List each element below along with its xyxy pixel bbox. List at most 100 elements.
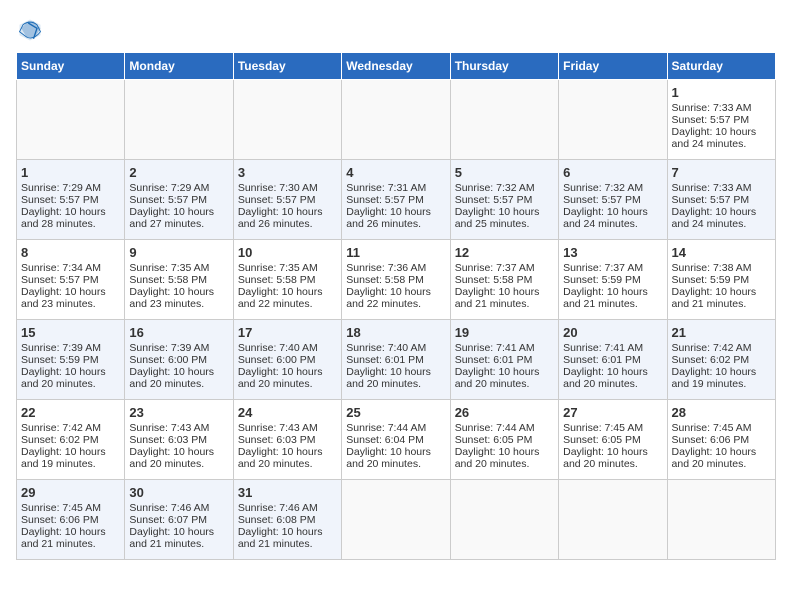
sunset-text: Sunset: 5:57 PM bbox=[346, 194, 445, 206]
day-number: 4 bbox=[346, 165, 445, 180]
sunset-text: Sunset: 5:57 PM bbox=[455, 194, 554, 206]
sunrise-text: Sunrise: 7:41 AM bbox=[455, 342, 554, 354]
daylight-text: Daylight: 10 hours and 20 minutes. bbox=[455, 366, 554, 390]
sunset-text: Sunset: 5:59 PM bbox=[21, 354, 120, 366]
day-number: 5 bbox=[455, 165, 554, 180]
calendar-cell: 8Sunrise: 7:34 AMSunset: 5:57 PMDaylight… bbox=[17, 240, 125, 320]
day-number: 14 bbox=[672, 245, 771, 260]
day-number: 18 bbox=[346, 325, 445, 340]
calendar-cell: 24Sunrise: 7:43 AMSunset: 6:03 PMDayligh… bbox=[233, 400, 341, 480]
sunrise-text: Sunrise: 7:31 AM bbox=[346, 182, 445, 194]
header-row: SundayMondayTuesdayWednesdayThursdayFrid… bbox=[17, 53, 776, 80]
day-number: 27 bbox=[563, 405, 662, 420]
sunset-text: Sunset: 5:59 PM bbox=[563, 274, 662, 286]
week-row-4: 15Sunrise: 7:39 AMSunset: 5:59 PMDayligh… bbox=[17, 320, 776, 400]
daylight-text: Daylight: 10 hours and 20 minutes. bbox=[129, 446, 228, 470]
daylight-text: Daylight: 10 hours and 20 minutes. bbox=[346, 366, 445, 390]
daylight-text: Daylight: 10 hours and 24 minutes. bbox=[672, 206, 771, 230]
calendar-cell: 30Sunrise: 7:46 AMSunset: 6:07 PMDayligh… bbox=[125, 480, 233, 560]
calendar-cell: 14Sunrise: 7:38 AMSunset: 5:59 PMDayligh… bbox=[667, 240, 775, 320]
day-header-thursday: Thursday bbox=[450, 53, 558, 80]
daylight-text: Daylight: 10 hours and 23 minutes. bbox=[129, 286, 228, 310]
sunset-text: Sunset: 6:00 PM bbox=[129, 354, 228, 366]
calendar-cell bbox=[125, 80, 233, 160]
calendar-table: SundayMondayTuesdayWednesdayThursdayFrid… bbox=[16, 52, 776, 560]
calendar-cell: 3Sunrise: 7:30 AMSunset: 5:57 PMDaylight… bbox=[233, 160, 341, 240]
daylight-text: Daylight: 10 hours and 27 minutes. bbox=[129, 206, 228, 230]
sunset-text: Sunset: 6:05 PM bbox=[455, 434, 554, 446]
sunset-text: Sunset: 5:59 PM bbox=[672, 274, 771, 286]
calendar-cell: 20Sunrise: 7:41 AMSunset: 6:01 PMDayligh… bbox=[559, 320, 667, 400]
daylight-text: Daylight: 10 hours and 21 minutes. bbox=[238, 526, 337, 550]
calendar-cell bbox=[17, 80, 125, 160]
sunrise-text: Sunrise: 7:45 AM bbox=[563, 422, 662, 434]
calendar-cell: 1Sunrise: 7:29 AMSunset: 5:57 PMDaylight… bbox=[17, 160, 125, 240]
sunrise-text: Sunrise: 7:41 AM bbox=[563, 342, 662, 354]
daylight-text: Daylight: 10 hours and 20 minutes. bbox=[346, 446, 445, 470]
daylight-text: Daylight: 10 hours and 19 minutes. bbox=[21, 446, 120, 470]
calendar-cell: 4Sunrise: 7:31 AMSunset: 5:57 PMDaylight… bbox=[342, 160, 450, 240]
daylight-text: Daylight: 10 hours and 21 minutes. bbox=[21, 526, 120, 550]
week-row-6: 29Sunrise: 7:45 AMSunset: 6:06 PMDayligh… bbox=[17, 480, 776, 560]
day-number: 23 bbox=[129, 405, 228, 420]
calendar-cell: 21Sunrise: 7:42 AMSunset: 6:02 PMDayligh… bbox=[667, 320, 775, 400]
calendar-cell: 5 Sunrise: 7:32 AMSunset: 5:57 PMDaylight… bbox=[450, 160, 558, 240]
sunset-text: Sunset: 6:04 PM bbox=[346, 434, 445, 446]
day-number: 13 bbox=[563, 245, 662, 260]
sunrise-text: Sunrise: 7:32 AM bbox=[455, 182, 554, 194]
calendar-cell: 10Sunrise: 7:35 AMSunset: 5:58 PMDayligh… bbox=[233, 240, 341, 320]
day-number: 3 bbox=[238, 165, 337, 180]
calendar-cell: 13Sunrise: 7:37 AMSunset: 5:59 PMDayligh… bbox=[559, 240, 667, 320]
sunrise-text: Sunrise: 7:45 AM bbox=[672, 422, 771, 434]
daylight-text: Daylight: 10 hours and 19 minutes. bbox=[672, 366, 771, 390]
daylight-text: Daylight: 10 hours and 20 minutes. bbox=[455, 446, 554, 470]
day-number: 21 bbox=[672, 325, 771, 340]
day-number: 29 bbox=[21, 485, 120, 500]
sunrise-text: Sunrise: 7:37 AM bbox=[455, 262, 554, 274]
daylight-text: Daylight: 10 hours and 24 minutes. bbox=[672, 126, 771, 150]
calendar-cell bbox=[450, 480, 558, 560]
sunset-text: Sunset: 5:57 PM bbox=[21, 274, 120, 286]
daylight-text: Daylight: 10 hours and 21 minutes. bbox=[672, 286, 771, 310]
daylight-text: Daylight: 10 hours and 20 minutes. bbox=[129, 366, 228, 390]
logo-icon bbox=[16, 16, 44, 44]
daylight-text: Daylight: 10 hours and 28 minutes. bbox=[21, 206, 120, 230]
day-number: 8 bbox=[21, 245, 120, 260]
day-number: 10 bbox=[238, 245, 337, 260]
sunrise-text: Sunrise: 7:39 AM bbox=[129, 342, 228, 354]
sunrise-text: Sunrise: 7:32 AM bbox=[563, 182, 662, 194]
sunrise-text: Sunrise: 7:43 AM bbox=[129, 422, 228, 434]
day-number: 15 bbox=[21, 325, 120, 340]
calendar-cell: 22Sunrise: 7:42 AMSunset: 6:02 PMDayligh… bbox=[17, 400, 125, 480]
sunrise-text: Sunrise: 7:37 AM bbox=[563, 262, 662, 274]
day-header-sunday: Sunday bbox=[17, 53, 125, 80]
day-header-saturday: Saturday bbox=[667, 53, 775, 80]
sunset-text: Sunset: 5:58 PM bbox=[455, 274, 554, 286]
sunrise-text: Sunrise: 7:44 AM bbox=[455, 422, 554, 434]
sunrise-text: Sunrise: 7:44 AM bbox=[346, 422, 445, 434]
sunrise-text: Sunrise: 7:35 AM bbox=[238, 262, 337, 274]
daylight-text: Daylight: 10 hours and 20 minutes. bbox=[21, 366, 120, 390]
calendar-cell: 16Sunrise: 7:39 AMSunset: 6:00 PMDayligh… bbox=[125, 320, 233, 400]
sunrise-text: Sunrise: 7:36 AM bbox=[346, 262, 445, 274]
logo bbox=[16, 16, 48, 44]
day-number: 25 bbox=[346, 405, 445, 420]
day-number: 7 bbox=[672, 165, 771, 180]
daylight-text: Daylight: 10 hours and 21 minutes. bbox=[129, 526, 228, 550]
daylight-text: Daylight: 10 hours and 20 minutes. bbox=[672, 446, 771, 470]
sunset-text: Sunset: 5:57 PM bbox=[563, 194, 662, 206]
day-number: 24 bbox=[238, 405, 337, 420]
sunrise-text: Sunrise: 7:35 AM bbox=[129, 262, 228, 274]
week-row-3: 8Sunrise: 7:34 AMSunset: 5:57 PMDaylight… bbox=[17, 240, 776, 320]
week-row-2: 1Sunrise: 7:29 AMSunset: 5:57 PMDaylight… bbox=[17, 160, 776, 240]
sunset-text: Sunset: 6:02 PM bbox=[21, 434, 120, 446]
sunrise-text: Sunrise: 7:40 AM bbox=[238, 342, 337, 354]
daylight-text: Daylight: 10 hours and 25 minutes. bbox=[455, 206, 554, 230]
sunrise-text: Sunrise: 7:46 AM bbox=[238, 502, 337, 514]
sunset-text: Sunset: 6:03 PM bbox=[238, 434, 337, 446]
sunrise-text: Sunrise: 7:42 AM bbox=[672, 342, 771, 354]
calendar-cell: 18Sunrise: 7:40 AMSunset: 6:01 PMDayligh… bbox=[342, 320, 450, 400]
sunset-text: Sunset: 6:06 PM bbox=[21, 514, 120, 526]
week-row-5: 22Sunrise: 7:42 AMSunset: 6:02 PMDayligh… bbox=[17, 400, 776, 480]
calendar-cell: 17Sunrise: 7:40 AMSunset: 6:00 PMDayligh… bbox=[233, 320, 341, 400]
